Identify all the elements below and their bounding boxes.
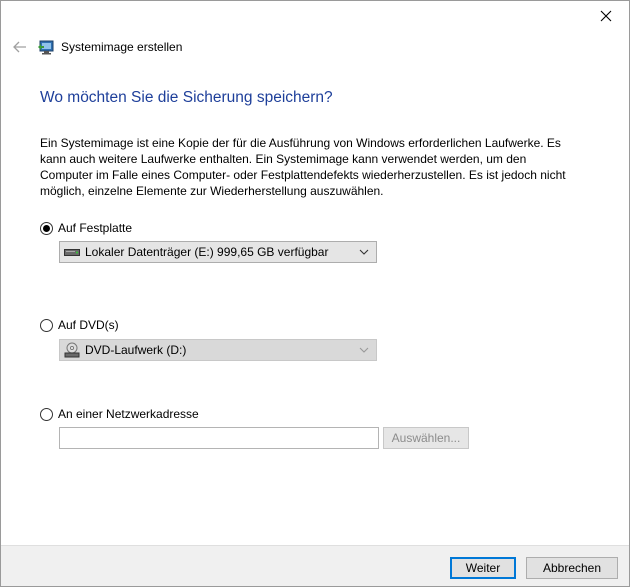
page-title: Wo möchten Sie die Sicherung speichern? xyxy=(40,89,333,106)
harddisk-dropdown[interactable]: Lokaler Datenträger (E:) 999,65 GB verfü… xyxy=(59,241,377,263)
dvd-drive-icon xyxy=(64,342,80,358)
radio-network-label: An einer Netzwerkadresse xyxy=(58,407,199,421)
radio-network-row[interactable]: An einer Netzwerkadresse xyxy=(40,407,199,421)
hard-drive-icon xyxy=(64,244,80,260)
chevron-down-icon xyxy=(356,249,372,255)
window-title: Systemimage erstellen xyxy=(61,40,183,54)
dvd-dropdown[interactable]: DVD-Laufwerk (D:) xyxy=(59,339,377,361)
radio-dvd-label: Auf DVD(s) xyxy=(58,318,119,332)
dialog-window: Systemimage erstellen Wo möchten Sie die… xyxy=(0,0,630,587)
backup-app-icon xyxy=(38,40,54,55)
close-icon xyxy=(600,10,612,22)
back-arrow-icon xyxy=(13,41,26,53)
wizard-header: Systemimage erstellen xyxy=(1,35,629,59)
radio-dvd[interactable] xyxy=(40,318,53,332)
dvd-selected-value: DVD-Laufwerk (D:) xyxy=(85,343,187,357)
dialog-footer: Weiter Abbrechen xyxy=(1,545,629,586)
radio-harddisk-row[interactable]: Auf Festplatte xyxy=(40,221,132,235)
cancel-button[interactable]: Abbrechen xyxy=(526,557,618,579)
next-button[interactable]: Weiter xyxy=(450,557,516,579)
description-text: Ein Systemimage ist eine Kopie der für d… xyxy=(40,136,566,198)
close-button[interactable] xyxy=(583,1,629,31)
chevron-down-icon xyxy=(356,347,372,353)
radio-harddisk-label: Auf Festplatte xyxy=(58,221,133,235)
radio-harddisk[interactable] xyxy=(40,221,53,235)
radio-network[interactable] xyxy=(40,407,53,421)
radio-dvd-row[interactable]: Auf DVD(s) xyxy=(40,318,119,332)
browse-button[interactable]: Auswählen... xyxy=(383,427,469,449)
back-button[interactable] xyxy=(5,41,35,53)
harddisk-selected-value: Lokaler Datenträger (E:) 999,65 GB verfü… xyxy=(85,245,329,259)
network-address-input[interactable] xyxy=(59,427,379,449)
